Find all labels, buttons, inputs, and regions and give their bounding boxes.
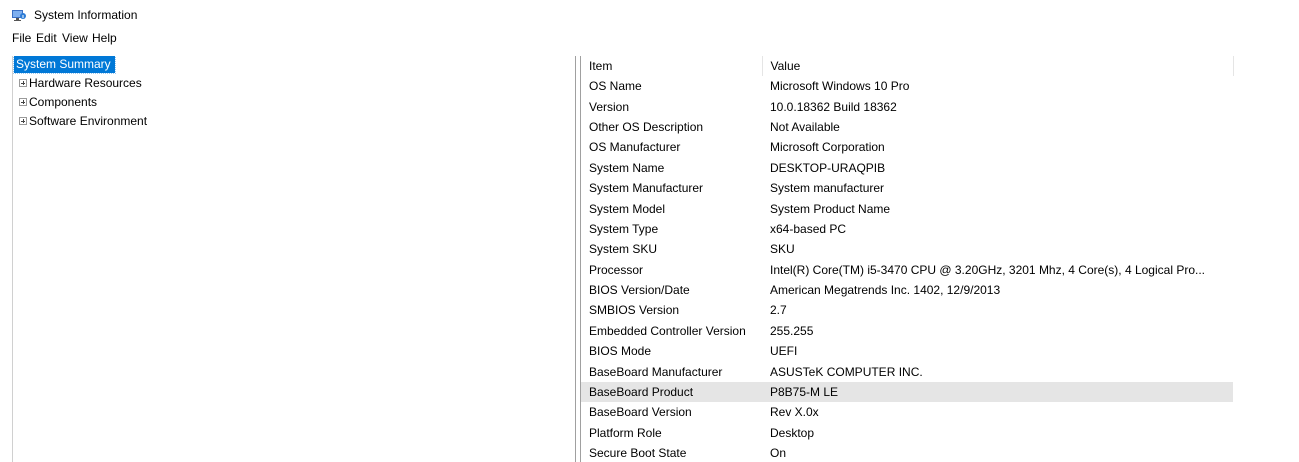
row-item-cell: System Type [589, 221, 659, 236]
table-row[interactable]: System Manufacturer System manufacturer [581, 178, 1233, 198]
menu-file[interactable]: File [12, 31, 31, 45]
row-value-cell: Intel(R) Core(TM) i5-3470 CPU @ 3.20GHz,… [770, 262, 1205, 277]
row-item-cell: Platform Role [589, 425, 662, 440]
table-row[interactable]: OS Manufacturer Microsoft Corporation [581, 137, 1233, 157]
table-row[interactable]: System Type x64-based PC [581, 219, 1233, 239]
row-item-cell: Processor [589, 262, 644, 277]
table-row[interactable]: System Model System Product Name [581, 198, 1233, 218]
row-item-cell: System SKU [589, 242, 658, 257]
tree-item-label: Software Environment [29, 114, 148, 128]
table-row[interactable]: BaseBoard Product P8B75-M LE [581, 381, 1233, 403]
row-item-cell: BaseBoard Manufacturer [589, 364, 723, 379]
row-value-cell: DESKTOP-URAQPIB [770, 160, 886, 175]
row-item-cell: System Name [589, 160, 665, 175]
table-row[interactable]: System SKU SKU [581, 239, 1233, 259]
table-row[interactable]: Processor Intel(R) Core(TM) i5-3470 CPU @… [581, 260, 1233, 280]
row-value-cell: Microsoft Corporation [770, 140, 885, 155]
table-row[interactable]: Platform Role Desktop [581, 423, 1233, 443]
table-row[interactable]: Secure Boot State On [581, 443, 1233, 462]
system-information-icon [12, 10, 26, 21]
row-value-cell: ASUSTeK COMPUTER INC. [770, 364, 923, 379]
column-header-value[interactable]: Value [762, 56, 1234, 76]
table-row[interactable]: BaseBoard Version Rev X.0x [581, 402, 1233, 422]
menu-edit[interactable]: Edit [36, 31, 57, 45]
menu-view[interactable]: View [62, 31, 88, 45]
tree-item-components[interactable]: Components [19, 94, 97, 111]
row-item-cell: System Model [589, 201, 666, 216]
row-value-cell: System manufacturer [770, 181, 885, 196]
table-row[interactable]: BaseBoard Manufacturer ASUSTeK COMPUTER I… [581, 361, 1233, 381]
row-value-cell: 10.0.18362 Build 18362 [770, 99, 897, 114]
tree-item-label: Components [29, 95, 98, 109]
window-title: System Information [34, 8, 138, 22]
expand-plus-icon[interactable] [19, 78, 27, 87]
row-item-cell: BIOS Version/Date [589, 283, 690, 298]
tree-item-label: Hardware Resources [29, 76, 142, 90]
tree-item-system-summary[interactable]: System Summary [13, 56, 116, 74]
expand-plus-icon[interactable] [19, 116, 27, 125]
category-tree[interactable]: System Summary Hardware Resources Compon… [12, 56, 576, 462]
row-value-cell: On [770, 446, 787, 461]
row-value-cell: SKU [770, 242, 795, 257]
column-header-item[interactable]: Item [581, 56, 763, 76]
row-value-cell: P8B75-M LE [762, 381, 1233, 403]
row-item-cell: BIOS Mode [589, 344, 652, 359]
row-value-cell: UEFI [770, 344, 798, 359]
title-bar: System Information [0, 0, 1299, 28]
details-pane[interactable]: Item Value OS Name Microsoft Windows 10 P… [580, 56, 1299, 462]
row-item-cell: SMBIOS Version [589, 303, 680, 318]
row-item-cell: Embedded Controller Version [589, 323, 746, 338]
tree-item-hardware-resources[interactable]: Hardware Resources [19, 75, 142, 92]
row-value-cell: 255.255 [770, 323, 814, 338]
row-value-cell: Desktop [770, 425, 815, 440]
row-item-cell: BaseBoard Product [581, 381, 762, 403]
row-value-cell: Not Available [770, 119, 840, 134]
table-row[interactable]: System Name DESKTOP-URAQPIB [581, 158, 1233, 178]
menu-help[interactable]: Help [92, 31, 117, 45]
row-item-cell: System Manufacturer [589, 181, 704, 196]
table-row[interactable]: Other OS Description Not Available [581, 117, 1233, 137]
row-value-cell: Rev X.0x [770, 405, 819, 420]
menu-bar: File Edit View Help [0, 28, 1299, 48]
table-header-row: Item Value [581, 56, 1234, 76]
table-row[interactable]: SMBIOS Version 2.7 [581, 300, 1233, 320]
row-item-cell: BaseBoard Version [589, 405, 692, 420]
row-item-cell: OS Manufacturer [589, 140, 681, 155]
row-item-cell: Version [589, 99, 630, 114]
row-item-cell: Other OS Description [589, 119, 704, 134]
table-row[interactable]: BIOS Version/Date American Megatrends Inc… [581, 280, 1233, 300]
table-row[interactable]: OS Name Microsoft Windows 10 Pro [581, 76, 1233, 96]
row-value-cell: American Megatrends Inc. 1402, 12/9/2013 [770, 283, 1001, 298]
expand-plus-icon[interactable] [19, 97, 27, 106]
tree-item-software-environment[interactable]: Software Environment [19, 113, 147, 130]
table-row[interactable]: Embedded Controller Version 255.255 [581, 321, 1233, 341]
row-value-cell: 2.7 [770, 303, 787, 318]
row-item-cell: Secure Boot State [589, 446, 687, 461]
table-row[interactable]: Version 10.0.18362 Build 18362 [581, 96, 1233, 116]
row-item-cell: OS Name [589, 79, 642, 94]
row-value-cell: x64-based PC [770, 221, 847, 236]
system-summary-table: Item Value OS Name Microsoft Windows 10 P… [581, 56, 1234, 462]
table-row[interactable]: BIOS Mode UEFI [581, 341, 1233, 361]
row-value-cell: Microsoft Windows 10 Pro [770, 79, 910, 94]
row-value-cell: System Product Name [770, 201, 891, 216]
